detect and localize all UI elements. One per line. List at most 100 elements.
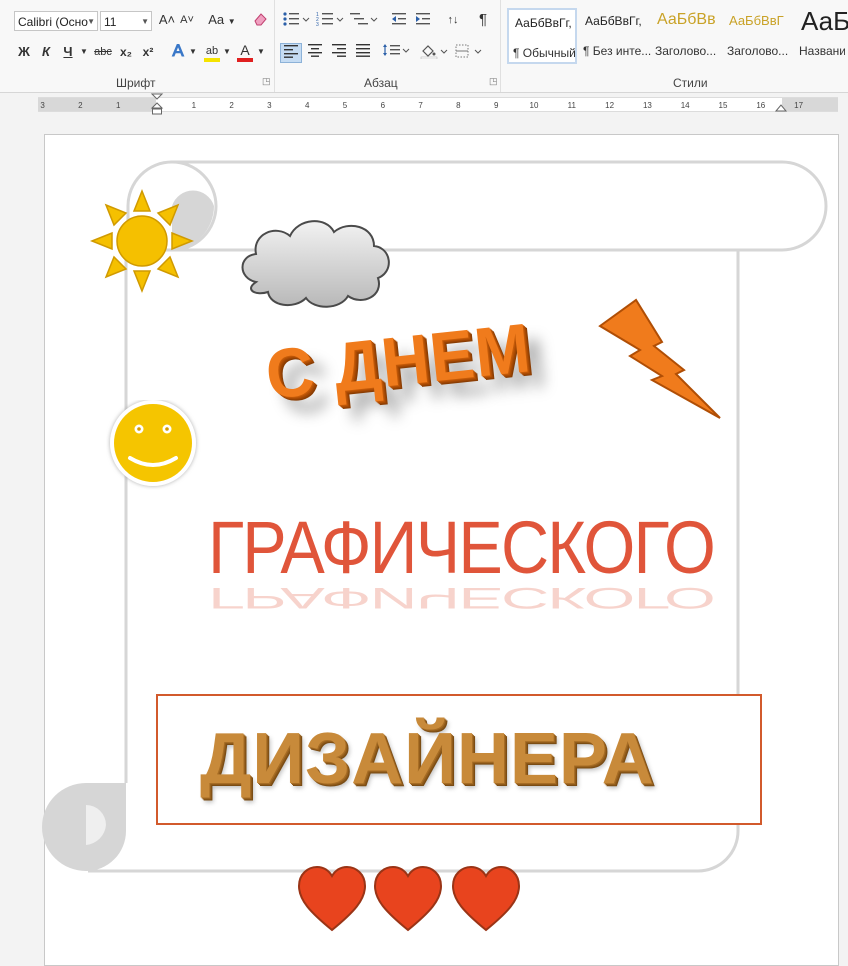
cloud-icon[interactable] (236, 212, 396, 312)
increase-indent-icon (416, 13, 430, 25)
style-sample: АаБбВвГ (729, 13, 784, 28)
style-heading-1[interactable]: АаБбВв Заголово... (651, 8, 721, 64)
heart-icon (451, 865, 521, 932)
horizontal-ruler[interactable]: 3 2 1 1 2 3 4 5 6 7 8 9 10 11 12 13 14 15 16 17 (0, 93, 848, 115)
align-left-button[interactable] (280, 43, 302, 63)
font-name-value: Calibri (Осно (18, 15, 88, 29)
font-color-button[interactable]: A (236, 41, 254, 62)
grow-font-label: A˄ (158, 12, 176, 27)
heart-icon (297, 865, 367, 932)
ruler-label: 1 (115, 101, 121, 110)
style-title[interactable]: АаБ Названи (795, 6, 848, 64)
clear-format-button[interactable] (250, 11, 270, 31)
ruler-label: 2 (229, 101, 234, 110)
highlight-label: ab (205, 45, 219, 57)
numbering-button[interactable]: 123 (315, 11, 345, 31)
subscript-button[interactable]: x₂ (116, 43, 136, 63)
decrease-indent-button[interactable] (389, 11, 409, 31)
borders-button[interactable] (453, 43, 483, 63)
superscript-button[interactable]: x² (138, 43, 158, 63)
sun-icon[interactable] (86, 185, 198, 297)
align-center-icon (308, 44, 322, 57)
shrink-font-label: A˅ (180, 14, 194, 26)
style-sample: АаБбВвГг, (515, 16, 572, 30)
heart-icon (373, 865, 443, 932)
pilcrow-icon: ¶ (478, 11, 488, 28)
hearts-group (297, 865, 521, 932)
style-name: ¶ Обычный (513, 46, 576, 60)
lightning-icon[interactable] (596, 298, 726, 424)
text-effects-button[interactable]: A (168, 41, 188, 62)
shrink-font-button[interactable]: A˅ (178, 11, 196, 31)
decrease-indent-icon (392, 13, 406, 25)
show-marks-button[interactable]: ¶ (473, 11, 493, 31)
increase-indent-button[interactable] (413, 11, 433, 31)
paragraph-group: 123 ↑↓ ¶ Абзац ◳ (275, 0, 501, 92)
align-right-button[interactable] (328, 43, 350, 63)
font-group: Calibri (Осно ▼ 11 ▼ A˄ A˅ Aa ▼ Ж К Ч ▼ … (0, 0, 275, 92)
grow-font-button[interactable]: A˄ (158, 11, 176, 31)
align-left-icon (284, 45, 298, 58)
wordart-line-2-reflection: ГРАФИЧЕСКОГО (208, 581, 715, 615)
bullet-list-icon (283, 12, 310, 26)
chevron-down-icon[interactable]: ▼ (188, 43, 198, 63)
chevron-down-icon[interactable]: ▼ (78, 43, 90, 63)
underline-button[interactable]: Ч (58, 43, 78, 63)
ruler-label: 16 (756, 101, 766, 110)
borders-icon (455, 44, 482, 58)
svg-text:3: 3 (316, 22, 319, 27)
style-name: Заголово... (655, 44, 717, 58)
line-spacing-button[interactable] (381, 43, 411, 63)
ruler-label: 14 (680, 101, 690, 110)
style-normal[interactable]: АаБбВвГг, ¶ Обычный (507, 8, 577, 64)
bullets-button[interactable] (281, 11, 311, 31)
wordart-line-2[interactable]: ГРАФИЧЕСКОГО (208, 505, 716, 590)
paragraph-group-label: Абзац (364, 76, 398, 90)
eraser-icon (254, 13, 267, 26)
ruler-right-margin (782, 98, 838, 111)
sort-icon: ↑↓ (447, 14, 459, 26)
chevron-down-icon[interactable]: ▼ (256, 43, 266, 63)
indent-marker-icon[interactable] (150, 93, 164, 117)
chevron-down-icon: ▼ (141, 17, 149, 26)
change-case-button[interactable]: Aa ▼ (205, 11, 239, 31)
smiley-icon[interactable] (106, 400, 202, 490)
italic-button[interactable]: К (36, 43, 56, 63)
paint-bucket-icon (420, 45, 448, 60)
style-name: Названи (799, 44, 845, 58)
wordart-line-3[interactable]: ДИЗАЙНЕРА (200, 718, 655, 800)
align-center-button[interactable] (304, 43, 326, 63)
font-name-combo[interactable]: Calibri (Осно ▼ (14, 11, 98, 31)
font-color-label: A (240, 42, 250, 58)
dialog-launcher-icon[interactable]: ◳ (262, 76, 271, 87)
style-no-spacing[interactable]: АаБбВвГг, ¶ Без инте... (579, 8, 651, 64)
right-indent-marker-icon[interactable] (774, 99, 788, 113)
style-sample: АаБбВв (657, 11, 716, 28)
ruler-label: 1 (191, 101, 197, 110)
ribbon: Calibri (Осно ▼ 11 ▼ A˄ A˅ Aa ▼ Ж К Ч ▼ … (0, 0, 848, 93)
sort-button[interactable]: ↑↓ (443, 11, 463, 31)
ruler-label: 12 (605, 101, 615, 110)
style-name: Заголово... (727, 44, 789, 58)
ruler-left-margin (38, 98, 156, 111)
font-size-combo[interactable]: 11 ▼ (100, 11, 152, 31)
numbered-list-icon: 123 (316, 12, 344, 28)
highlight-button[interactable]: ab (202, 41, 222, 62)
font-group-label: Шрифт (116, 76, 156, 90)
ruler-label: 17 (794, 101, 804, 110)
ruler-label: 15 (718, 101, 728, 110)
ruler-label: 6 (380, 101, 386, 110)
dialog-launcher-icon[interactable]: ◳ (489, 76, 498, 87)
ruler-label: 9 (493, 101, 499, 110)
style-heading-2[interactable]: АаБбВвГ Заголово... (723, 8, 793, 64)
styles-group-label: Стили (673, 76, 708, 90)
justify-icon (356, 44, 370, 57)
shading-button[interactable] (419, 43, 449, 63)
chevron-down-icon[interactable]: ▼ (222, 43, 232, 63)
strikethrough-button[interactable]: abc (92, 43, 114, 63)
bold-button[interactable]: Ж (14, 43, 34, 63)
justify-button[interactable] (352, 43, 374, 63)
multilevel-list-button[interactable] (349, 11, 379, 31)
chevron-down-icon: ▼ (227, 17, 236, 26)
ruler-label: 7 (418, 101, 423, 110)
